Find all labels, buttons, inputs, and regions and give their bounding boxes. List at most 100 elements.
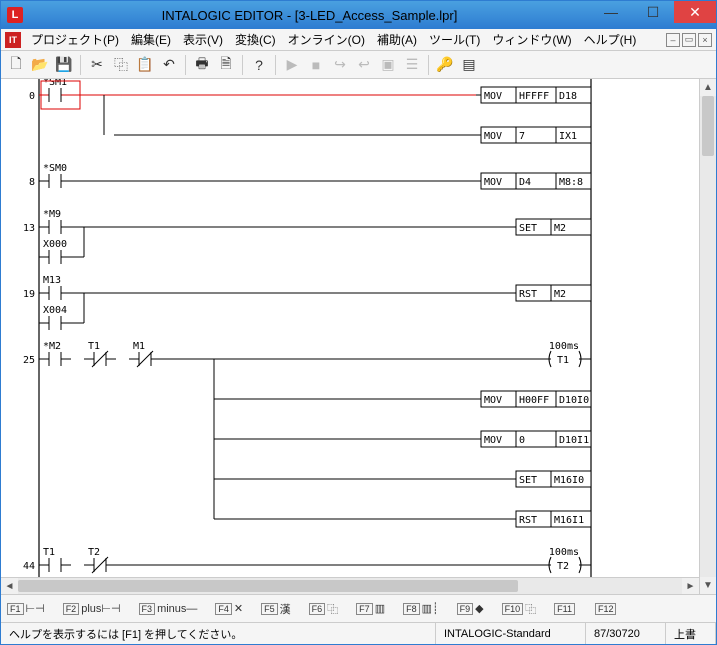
svg-text:*M9: *M9 [43, 209, 61, 220]
svg-text:SET: SET [519, 223, 537, 234]
statusbar: ヘルプを表示するには [F1] を押してください。 INTALOGIC-Stan… [1, 622, 716, 644]
svg-text:*SM1: *SM1 [43, 79, 67, 88]
mdi-buttons: – ▭ × [666, 33, 712, 47]
svg-text:M16I0: M16I0 [554, 475, 584, 486]
svg-text:M2: M2 [554, 289, 566, 300]
fn-F9[interactable]: F9◆ [457, 602, 484, 615]
svg-text:13: 13 [23, 223, 35, 234]
svg-text:8: 8 [29, 177, 35, 188]
fn-F11[interactable]: F11 [554, 603, 577, 615]
monitor-icon: ▣ [377, 54, 399, 76]
run-icon: ▶ [281, 54, 303, 76]
close-button[interactable]: ✕ [674, 1, 716, 23]
scroll-h-thumb[interactable] [18, 580, 518, 592]
svg-text:7: 7 [519, 131, 525, 142]
svg-text:HFFFF: HFFFF [519, 91, 549, 102]
svg-text:25: 25 [23, 355, 35, 366]
svg-text:MOV: MOV [484, 131, 502, 142]
scroll-v-thumb[interactable] [702, 96, 714, 156]
paste-icon[interactable]: 📋 [134, 54, 156, 76]
open-icon[interactable]: 📂 [29, 54, 51, 76]
menu-item[interactable]: ウィンドウ(W) [486, 31, 577, 48]
menu-item[interactable]: ヘルプ(H) [578, 31, 643, 48]
svg-text:0: 0 [29, 91, 35, 102]
scrollbar-horizontal[interactable]: ◄ ► [1, 577, 699, 594]
preview-icon[interactable]: 🗎 [215, 54, 237, 76]
svg-text:D10I0: D10I0 [559, 395, 589, 406]
fn-F2[interactable]: F2plus⊢⊣ [63, 602, 121, 615]
menu-item[interactable]: オンライン(O) [282, 31, 371, 48]
fn-F1[interactable]: F1⊢⊣ [7, 602, 45, 615]
svg-text:19: 19 [23, 289, 35, 300]
scroll-right-icon[interactable]: ► [682, 578, 699, 594]
svg-text:MOV: MOV [484, 395, 502, 406]
menu-item[interactable]: プロジェクト(P) [25, 31, 125, 48]
svg-text:100ms: 100ms [549, 547, 579, 558]
svg-text:*M2: *M2 [43, 341, 61, 352]
function-key-bar: F1⊢⊣ F2plus⊢⊣ F3minus— F4✕ F5漢 F6⿻ F7▥ F8▥┊ F9◆ F… [1, 594, 716, 622]
svg-text:T1: T1 [557, 355, 569, 366]
step-icon: ↪ [329, 54, 351, 76]
svg-text:M1: M1 [133, 341, 145, 352]
window-title: INTALOGIC EDITOR - [3-LED_Access_Sample.… [29, 8, 590, 23]
save-icon[interactable]: 💾 [53, 54, 75, 76]
fn-F6[interactable]: F6⿻ [309, 601, 339, 617]
app-logo: IT [5, 32, 21, 48]
svg-text:MOV: MOV [484, 435, 502, 446]
svg-text:X000: X000 [43, 239, 67, 250]
pane-icon[interactable]: ▤ [458, 54, 480, 76]
new-icon[interactable]: 🗋 [5, 54, 27, 76]
fn-F5[interactable]: F5漢 [261, 601, 291, 617]
ladder-view[interactable]: 0*SM1MOVHFFFFD18MOV7IX18*SM0MOVD4M8:813*… [1, 79, 699, 594]
svg-text:T1: T1 [88, 341, 100, 352]
mdi-close-icon[interactable]: × [698, 33, 712, 47]
menu-item[interactable]: 補助(A) [371, 31, 423, 48]
copy-icon[interactable]: ⿻ [110, 54, 132, 76]
svg-text:0: 0 [519, 435, 525, 446]
scroll-down-icon[interactable]: ▼ [700, 577, 716, 594]
svg-text:T1: T1 [43, 547, 55, 558]
menu-item[interactable]: 変換(C) [229, 31, 282, 48]
menu-item[interactable]: 表示(V) [177, 31, 229, 48]
undo-icon[interactable]: ↶ [158, 54, 180, 76]
menubar: IT プロジェクト(P)編集(E)表示(V)変換(C)オンライン(O)補助(A)… [1, 29, 716, 51]
titlebar: L INTALOGIC EDITOR - [3-LED_Access_Sampl… [1, 1, 716, 29]
fn-F10[interactable]: F10⿻ [502, 601, 537, 617]
trace-icon: ☰ [401, 54, 423, 76]
scrollbar-vertical[interactable]: ▲ ▼ [699, 79, 716, 594]
svg-text:*SM0: *SM0 [43, 163, 67, 174]
svg-text:M8:8: M8:8 [559, 177, 583, 188]
scroll-left-icon[interactable]: ◄ [1, 578, 18, 594]
fn-F12[interactable]: F12 [595, 603, 619, 615]
fn-F3[interactable]: F3minus— [139, 603, 198, 615]
print-icon[interactable]: 🖶 [191, 54, 213, 76]
cut-icon[interactable]: ✂ [86, 54, 108, 76]
key-icon[interactable]: 🔑 [434, 54, 456, 76]
menu-item[interactable]: ツール(T) [423, 31, 486, 48]
status-mode: INTALOGIC-Standard [436, 623, 586, 644]
fn-F8[interactable]: F8▥┊ [403, 602, 439, 615]
status-hint: ヘルプを表示するには [F1] を押してください。 [1, 623, 436, 644]
svg-text:M16I1: M16I1 [554, 515, 584, 526]
scroll-up-icon[interactable]: ▲ [700, 79, 716, 96]
mdi-minimize-icon[interactable]: – [666, 33, 680, 47]
svg-text:MOV: MOV [484, 91, 502, 102]
svg-text:SET: SET [519, 475, 537, 486]
work-area: 0*SM1MOVHFFFFD18MOV7IX18*SM0MOVD4M8:813*… [1, 79, 716, 594]
mdi-restore-icon[interactable]: ▭ [682, 33, 696, 47]
app-icon: L [7, 7, 23, 23]
maximize-button[interactable]: ☐ [632, 1, 674, 23]
toolbar: 🗋📂💾✂⿻📋↶🖶🗎?▶■↪↩▣☰🔑▤ [1, 51, 716, 79]
svg-text:M13: M13 [43, 275, 61, 286]
menu-item[interactable]: 編集(E) [125, 31, 177, 48]
help-icon[interactable]: ? [248, 54, 270, 76]
fn-F7[interactable]: F7▥ [356, 602, 385, 615]
svg-text:X004: X004 [43, 305, 67, 316]
svg-text:RST: RST [519, 515, 537, 526]
fn-F4[interactable]: F4✕ [215, 602, 243, 615]
svg-text:IX1: IX1 [559, 131, 577, 142]
svg-text:D10I1: D10I1 [559, 435, 589, 446]
svg-text:D18: D18 [559, 91, 577, 102]
svg-text:RST: RST [519, 289, 537, 300]
minimize-button[interactable]: — [590, 1, 632, 23]
